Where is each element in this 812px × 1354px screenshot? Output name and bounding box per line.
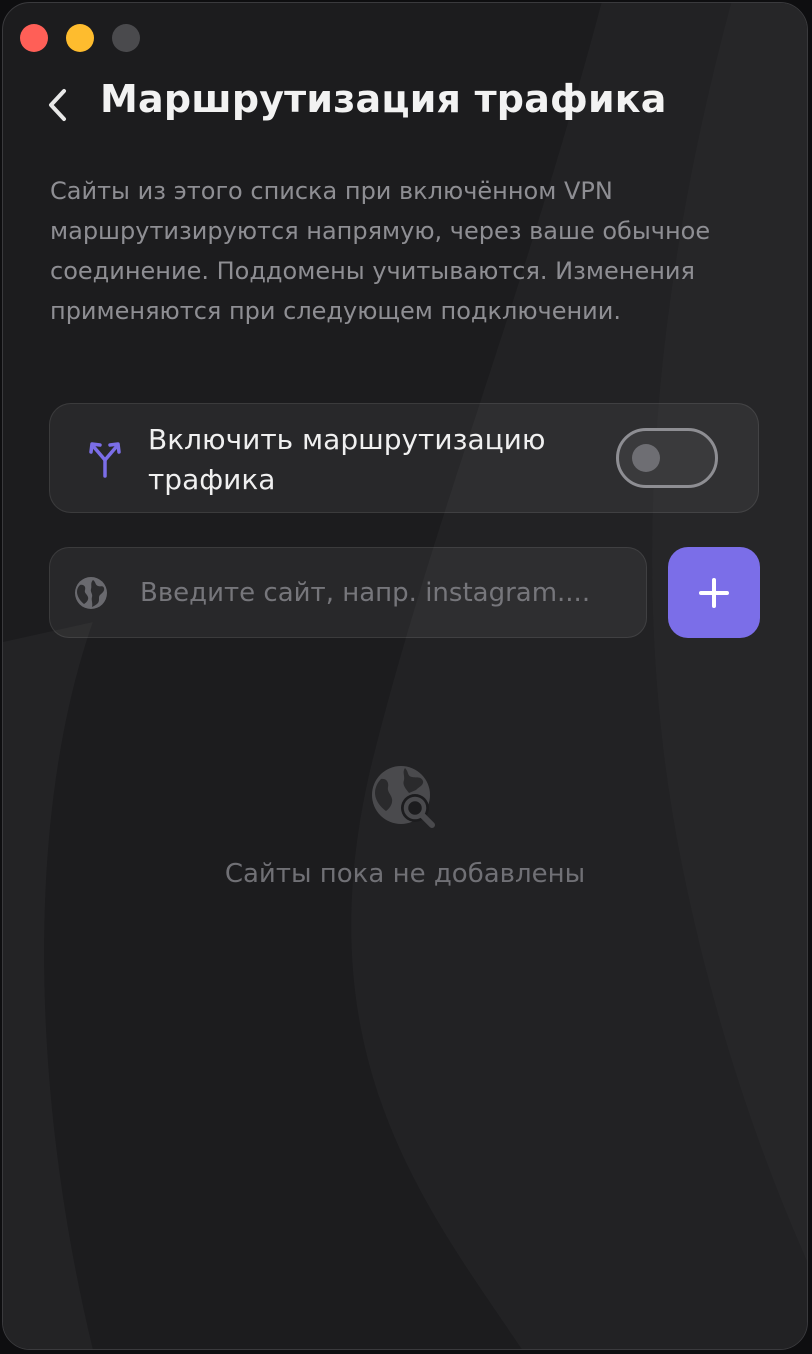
empty-state-text: Сайты пока не добавлены [224, 859, 586, 889]
app-window: Маршрутизация трафика Сайты из этого спи… [2, 2, 808, 1350]
back-button[interactable] [37, 85, 77, 125]
globe-search-icon [372, 766, 435, 828]
add-site-button[interactable] [668, 547, 760, 638]
page-title: Маршрутизация трафика [100, 77, 667, 121]
window-minimize-button[interactable] [66, 24, 94, 52]
header: Маршрутизация трафика [3, 75, 807, 135]
empty-state: Сайты пока не добавлены [3, 763, 807, 889]
split-arrows-icon [89, 442, 121, 478]
globe-icon [75, 577, 107, 609]
window-controls [20, 24, 140, 52]
routing-toggle-card: Включить маршрутизацию трафика [49, 403, 759, 513]
site-input[interactable] [138, 562, 642, 624]
routing-toggle-switch[interactable] [616, 428, 718, 488]
switch-knob [632, 444, 660, 472]
window-zoom-button[interactable] [112, 24, 140, 52]
chevron-left-icon [49, 89, 66, 121]
description-text: Сайты из этого списка при включённом VPN… [50, 177, 711, 325]
window-close-button[interactable] [20, 24, 48, 52]
plus-icon [699, 577, 729, 608]
routing-toggle-label: Включить маршрутизацию трафика [148, 423, 546, 496]
site-input-container [49, 547, 647, 638]
